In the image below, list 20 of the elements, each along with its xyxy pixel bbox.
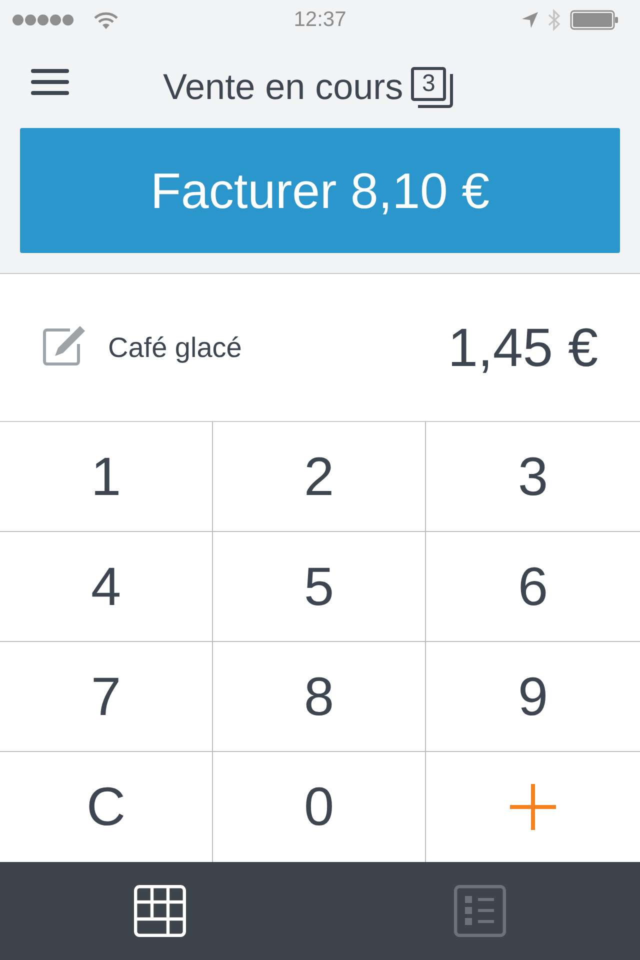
location-arrow-icon xyxy=(522,12,538,28)
digit-key[interactable]: 7 xyxy=(0,642,213,752)
item-price: 1,45 € xyxy=(448,316,598,378)
edit-icon[interactable] xyxy=(43,324,87,366)
grid-icon xyxy=(134,885,186,937)
digit-key[interactable]: 1 xyxy=(0,422,213,532)
digit-key[interactable]: 4 xyxy=(0,532,213,642)
item-name: Café glacé xyxy=(108,332,242,364)
status-time: 12:37 xyxy=(294,8,346,32)
signal-strength-icon xyxy=(12,14,74,26)
wifi-icon xyxy=(94,12,118,28)
digit-key[interactable]: 8 xyxy=(213,642,426,752)
screen-title: Vente en cours xyxy=(163,66,404,108)
list-icon xyxy=(454,885,506,937)
plus-icon xyxy=(510,784,556,830)
menu-icon[interactable] xyxy=(30,68,70,96)
bluetooth-icon xyxy=(548,9,560,31)
digit-key[interactable]: 5 xyxy=(213,532,426,642)
digit-key[interactable]: 2 xyxy=(213,422,426,532)
battery-icon xyxy=(570,10,618,30)
